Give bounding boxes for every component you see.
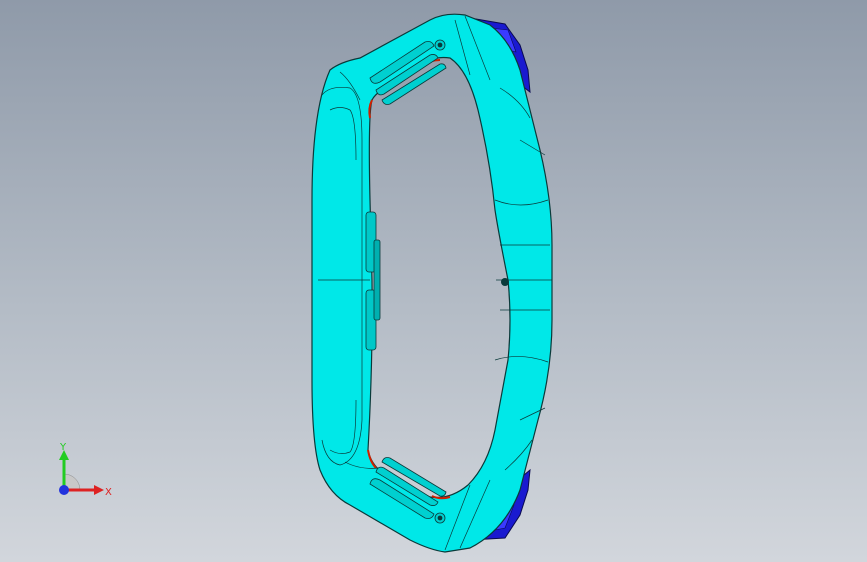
z-axis-dot	[59, 485, 69, 495]
x-axis-label: X	[105, 487, 112, 498]
orientation-triad: Y X	[59, 442, 112, 498]
graphics-viewport[interactable]: Y X	[0, 0, 867, 562]
y-axis-label: Y	[59, 442, 67, 453]
part-model[interactable]	[0, 0, 867, 562]
x-axis-arrowhead	[94, 485, 104, 495]
right-mount-hole	[501, 278, 509, 286]
frame-body	[311, 13, 553, 553]
